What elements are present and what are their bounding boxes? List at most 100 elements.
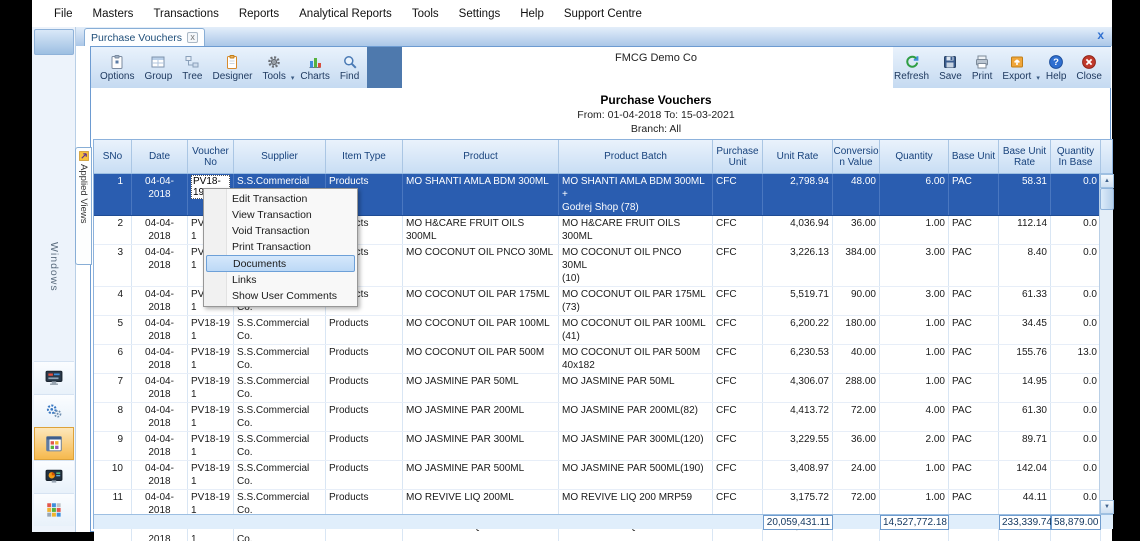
cell-item-type: Products bbox=[326, 345, 403, 373]
report-header: FMCG Demo Co Purchase Vouchers From: 01-… bbox=[191, 47, 1121, 135]
dock-monitor-pie-icon[interactable] bbox=[34, 460, 74, 493]
cell-product: MO JASMINE PAR 50ML bbox=[403, 374, 559, 402]
column-header-product-batch[interactable]: Product Batch bbox=[559, 140, 713, 173]
cell-sno: 4 bbox=[94, 287, 132, 315]
context-menu-item-void-transaction[interactable]: Void Transaction bbox=[204, 223, 357, 239]
dock-color-grid-icon[interactable] bbox=[34, 493, 74, 526]
dock-gears-icon[interactable] bbox=[34, 394, 74, 427]
cell-quantity: 1.00 bbox=[880, 461, 949, 489]
cell-quantity: 1.00 bbox=[880, 216, 949, 244]
menu-item-transactions[interactable]: Transactions bbox=[143, 4, 228, 24]
cell-sno: 10 bbox=[94, 461, 132, 489]
menu-item-settings[interactable]: Settings bbox=[449, 4, 511, 24]
column-header-conversio-n-value[interactable]: Conversio n Value bbox=[833, 140, 880, 173]
column-header-date[interactable]: Date bbox=[132, 140, 188, 173]
grid-totals-row: 20,059,431.1114,527,772.18233,339.7458,8… bbox=[94, 514, 1113, 529]
cell-product-batch: MO SHANTI AMLA BDM 300ML + Godrej Shop (… bbox=[559, 174, 713, 215]
grid-header-row: SNoDateVoucher NoSupplierItem TypeProduc… bbox=[94, 140, 1112, 174]
options-label: Options bbox=[100, 71, 134, 82]
cell-supplier: S.S.Commercial Co. bbox=[234, 374, 326, 402]
cell-unit-rate: 2,798.94 bbox=[763, 174, 833, 215]
cell-base-unit-rate: 112.14 bbox=[999, 216, 1051, 244]
column-header-base-unit[interactable]: Base Unit bbox=[949, 140, 999, 173]
menu-item-reports[interactable]: Reports bbox=[229, 4, 289, 24]
windows-dock-panel: Windows bbox=[32, 27, 76, 532]
dock-tiles-window-icon[interactable] bbox=[34, 427, 74, 460]
table-row[interactable]: 804-04-2018PV18-19 1S.S.Commercial Co.Pr… bbox=[94, 403, 1112, 432]
company-name: FMCG Demo Co bbox=[191, 52, 1121, 64]
cell-voucher-no: PV18-19 1 bbox=[188, 432, 234, 460]
column-header-unit-rate[interactable]: Unit Rate bbox=[763, 140, 833, 173]
scroll-down-icon[interactable]: ▼ bbox=[1100, 500, 1114, 514]
cell-quantity: 1.00 bbox=[880, 374, 949, 402]
scrollbar-thumb[interactable] bbox=[1100, 188, 1114, 210]
column-header-product[interactable]: Product bbox=[403, 140, 559, 173]
column-header-purchase-unit[interactable]: Purchase Unit bbox=[713, 140, 763, 173]
options-button[interactable]: Options bbox=[95, 49, 139, 87]
dock-icon-strip bbox=[34, 361, 74, 526]
cell-unit-rate: 4,306.07 bbox=[763, 374, 833, 402]
context-menu-item-documents[interactable]: Documents bbox=[206, 255, 355, 272]
context-menu-item-edit-transaction[interactable]: Edit Transaction bbox=[204, 191, 357, 207]
context-menu-item-show-user-comments[interactable]: Show User Comments bbox=[204, 288, 357, 304]
cell-sno: 1 bbox=[94, 174, 132, 215]
window-close-icon[interactable]: x bbox=[1097, 28, 1104, 42]
menu-item-tools[interactable]: Tools bbox=[402, 4, 449, 24]
cell-voucher-no: PV18-19 1 bbox=[188, 345, 234, 373]
cell-quantity-in-base: 0.0 bbox=[1051, 403, 1101, 431]
cell-product: MO H&CARE FRUIT OILS 300ML bbox=[403, 216, 559, 244]
cell-base-unit-rate: 8.40 bbox=[999, 245, 1051, 286]
menu-item-file[interactable]: File bbox=[44, 4, 83, 24]
cell-purchase-unit: CFC bbox=[713, 403, 763, 431]
cell-base-unit-rate: 61.33 bbox=[999, 287, 1051, 315]
menu-item-analytical-reports[interactable]: Analytical Reports bbox=[289, 4, 402, 24]
cell-supplier: S.S.Commercial Co. bbox=[234, 432, 326, 460]
context-menu-item-view-transaction[interactable]: View Transaction bbox=[204, 207, 357, 223]
cell-base-unit: PAC bbox=[949, 432, 999, 460]
column-header-sno[interactable]: SNo bbox=[94, 140, 132, 173]
table-row[interactable]: 704-04-2018PV18-19 1S.S.Commercial Co.Pr… bbox=[94, 374, 1112, 403]
column-header-quantity-in-base[interactable]: Quantity In Base bbox=[1051, 140, 1101, 173]
monitor-pie-icon bbox=[43, 468, 65, 486]
context-menu-item-links[interactable]: Links bbox=[204, 272, 357, 288]
menu-item-support-centre[interactable]: Support Centre bbox=[554, 4, 652, 24]
cell-product: MO SHANTI AMLA BDM 300ML bbox=[403, 174, 559, 215]
table-row[interactable]: 1004-04-2018PV18-19 1S.S.Commercial Co.P… bbox=[94, 461, 1112, 490]
table-row[interactable]: 504-04-2018PV18-19 1S.S.Commercial Co.Pr… bbox=[94, 316, 1112, 345]
column-header-item-type[interactable]: Item Type bbox=[326, 140, 403, 173]
cell-unit-rate: 6,200.22 bbox=[763, 316, 833, 344]
total-quantity: 14,527,772.18 bbox=[880, 515, 949, 530]
cell-product: MO COCONUT OIL PNCO 30ML bbox=[403, 245, 559, 286]
column-header-base-unit-rate[interactable]: Base Unit Rate bbox=[999, 140, 1051, 173]
column-header-quantity[interactable]: Quantity bbox=[880, 140, 949, 173]
tab-purchase-vouchers[interactable]: Purchase Vouchers x bbox=[84, 28, 205, 46]
table-row[interactable]: 904-04-2018PV18-19 1S.S.Commercial Co.Pr… bbox=[94, 432, 1112, 461]
cell-date: 04-04-2018 bbox=[132, 174, 188, 215]
group-button[interactable]: Group bbox=[139, 49, 177, 87]
cell-purchase-unit: CFC bbox=[713, 461, 763, 489]
table-row[interactable]: 604-04-2018PV18-19 1S.S.Commercial Co.Pr… bbox=[94, 345, 1112, 374]
cell-base-unit: PAC bbox=[949, 316, 999, 344]
cell-product: MO JASMINE PAR 300ML bbox=[403, 432, 559, 460]
applied-views-tab[interactable]: Applied Views bbox=[75, 147, 92, 265]
cell-date: 04-04-2018 bbox=[132, 316, 188, 344]
cell-date: 04-04-2018 bbox=[132, 374, 188, 402]
menu-item-help[interactable]: Help bbox=[510, 4, 554, 24]
cell-base-unit: PAC bbox=[949, 461, 999, 489]
cell-base-unit: PAC bbox=[949, 174, 999, 215]
cell-quantity: 2.00 bbox=[880, 432, 949, 460]
cell-sno: 5 bbox=[94, 316, 132, 344]
column-header-supplier[interactable]: Supplier bbox=[234, 140, 326, 173]
context-menu-item-print-transaction[interactable]: Print Transaction bbox=[204, 239, 357, 255]
cell-purchase-unit: CFC bbox=[713, 174, 763, 215]
tab-close-icon[interactable]: x bbox=[187, 32, 198, 43]
scroll-up-icon[interactable]: ▲ bbox=[1100, 174, 1114, 188]
menu-item-masters[interactable]: Masters bbox=[83, 4, 144, 24]
cell-base-unit: PAC bbox=[949, 287, 999, 315]
column-header-voucher-no[interactable]: Voucher No bbox=[188, 140, 234, 173]
vertical-scrollbar[interactable]: ▲ ▼ bbox=[1099, 174, 1113, 514]
gears-icon bbox=[43, 402, 65, 420]
dock-header[interactable] bbox=[34, 29, 74, 55]
cell-product: MO COCONUT OIL PAR 500M bbox=[403, 345, 559, 373]
dock-monitor-dashboard-icon[interactable] bbox=[34, 361, 74, 394]
